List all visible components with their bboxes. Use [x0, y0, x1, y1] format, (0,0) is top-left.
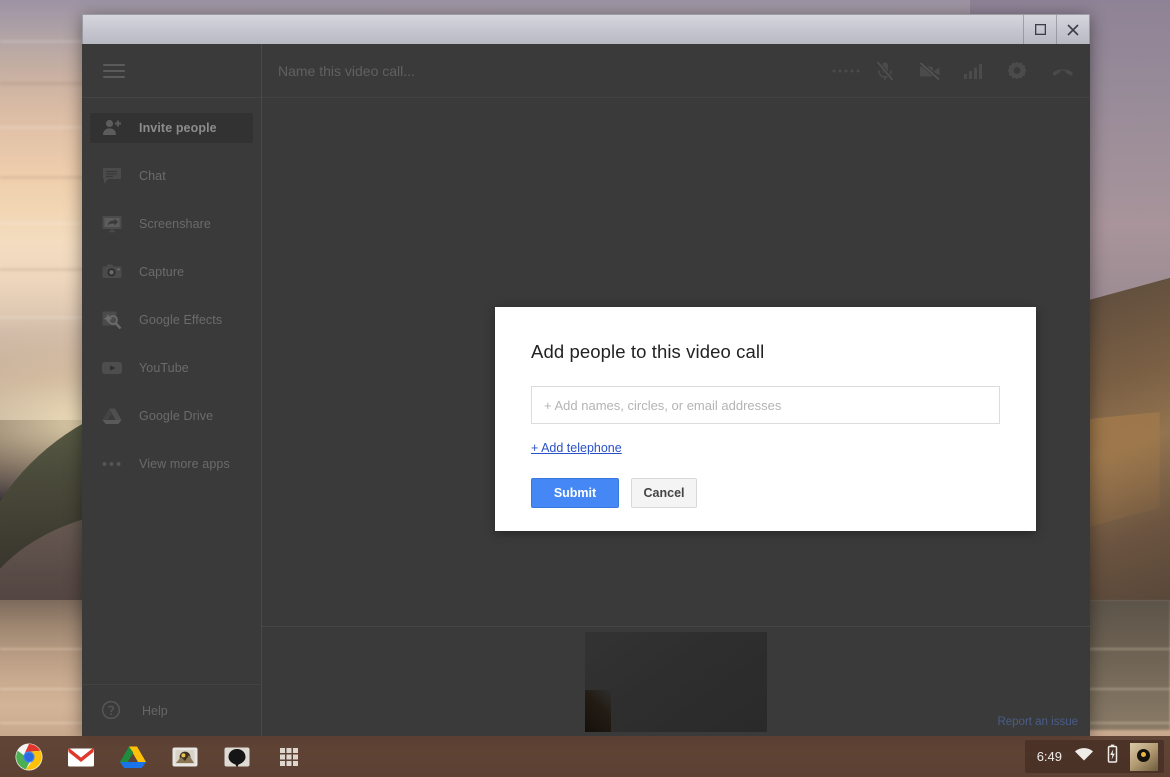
call-stage: Name this video call... Report an issue …: [262, 44, 1090, 736]
hamburger-menu-icon[interactable]: [103, 63, 125, 78]
sidebar-item-view-more-apps[interactable]: View more apps: [90, 449, 253, 479]
sidebar-item-capture[interactable]: Capture: [90, 257, 253, 287]
shelf-app-list: [14, 742, 304, 772]
hangouts-app: Invite people Chat Screenshare Capture G…: [82, 44, 1090, 736]
cancel-button[interactable]: Cancel: [631, 478, 697, 508]
sidebar-item-label: Google Drive: [139, 409, 214, 423]
google-effects-icon: [101, 309, 123, 331]
sidebar-item-chat[interactable]: Chat: [90, 161, 253, 191]
submit-button[interactable]: Submit: [531, 478, 619, 508]
gmail-icon[interactable]: [66, 742, 96, 772]
user-avatar[interactable]: [1130, 742, 1158, 771]
sidebar-item-label: YouTube: [139, 361, 189, 375]
balloon-icon[interactable]: [222, 742, 252, 772]
sidebar-item-label: Invite people: [139, 121, 217, 135]
dialog-button-row: Submit Cancel: [531, 478, 1000, 508]
close-button[interactable]: [1056, 15, 1089, 44]
youtube-icon: [101, 357, 123, 379]
sidebar-item-label: View more apps: [139, 457, 230, 471]
sidebar-item-label: Chat: [139, 169, 166, 183]
add-people-dialog: Add people to this video call + Add tele…: [495, 307, 1036, 531]
photo-icon[interactable]: [170, 742, 200, 772]
sidebar-item-youtube[interactable]: YouTube: [90, 353, 253, 383]
avatar-highlight: [1141, 751, 1146, 757]
wifi-icon: [1073, 745, 1095, 768]
app-launcher-icon[interactable]: [274, 742, 304, 772]
hangouts-window: Invite people Chat Screenshare Capture G…: [82, 14, 1090, 736]
sidebar-item-label: Google Effects: [139, 313, 223, 327]
invite-people-input[interactable]: [531, 386, 1000, 424]
modal-overlay: Add people to this video call + Add tele…: [262, 44, 1090, 736]
google-drive-icon[interactable]: [118, 742, 148, 772]
sidebar-item-label: Screenshare: [139, 217, 211, 231]
chat-bubble-icon: [101, 165, 123, 187]
system-shelf: 6:49: [0, 736, 1170, 777]
add-person-icon: [101, 117, 123, 139]
question-circle-icon: [101, 700, 123, 722]
help-label: Help: [142, 703, 168, 718]
sidebar-item-list: Invite people Chat Screenshare Capture G…: [82, 98, 261, 684]
sidebar-item-help[interactable]: Help: [82, 684, 261, 736]
dialog-title: Add people to this video call: [531, 341, 765, 362]
sidebar-item-label: Capture: [139, 265, 185, 279]
monitor-share-icon: [101, 213, 123, 235]
sidebar-item-invite-people[interactable]: Invite people: [90, 113, 253, 143]
sidebar-item-screenshare[interactable]: Screenshare: [90, 209, 253, 239]
three-dots-icon: [101, 453, 123, 475]
sidebar-item-google-drive[interactable]: Google Drive: [90, 401, 253, 431]
sidebar: Invite people Chat Screenshare Capture G…: [82, 44, 262, 736]
camera-icon: [101, 261, 123, 283]
google-drive-icon: [101, 405, 123, 427]
clock: 6:49: [1036, 749, 1062, 764]
maximize-button[interactable]: [1023, 15, 1056, 44]
sidebar-item-google-effects[interactable]: Google Effects: [90, 305, 253, 335]
chrome-icon[interactable]: [14, 742, 44, 772]
window-title-bar: [82, 14, 1090, 44]
sidebar-header: [82, 44, 261, 98]
system-status-tray[interactable]: 6:49: [1024, 740, 1164, 773]
add-telephone-link[interactable]: + Add telephone: [531, 441, 622, 455]
battery-icon: [1106, 744, 1119, 769]
